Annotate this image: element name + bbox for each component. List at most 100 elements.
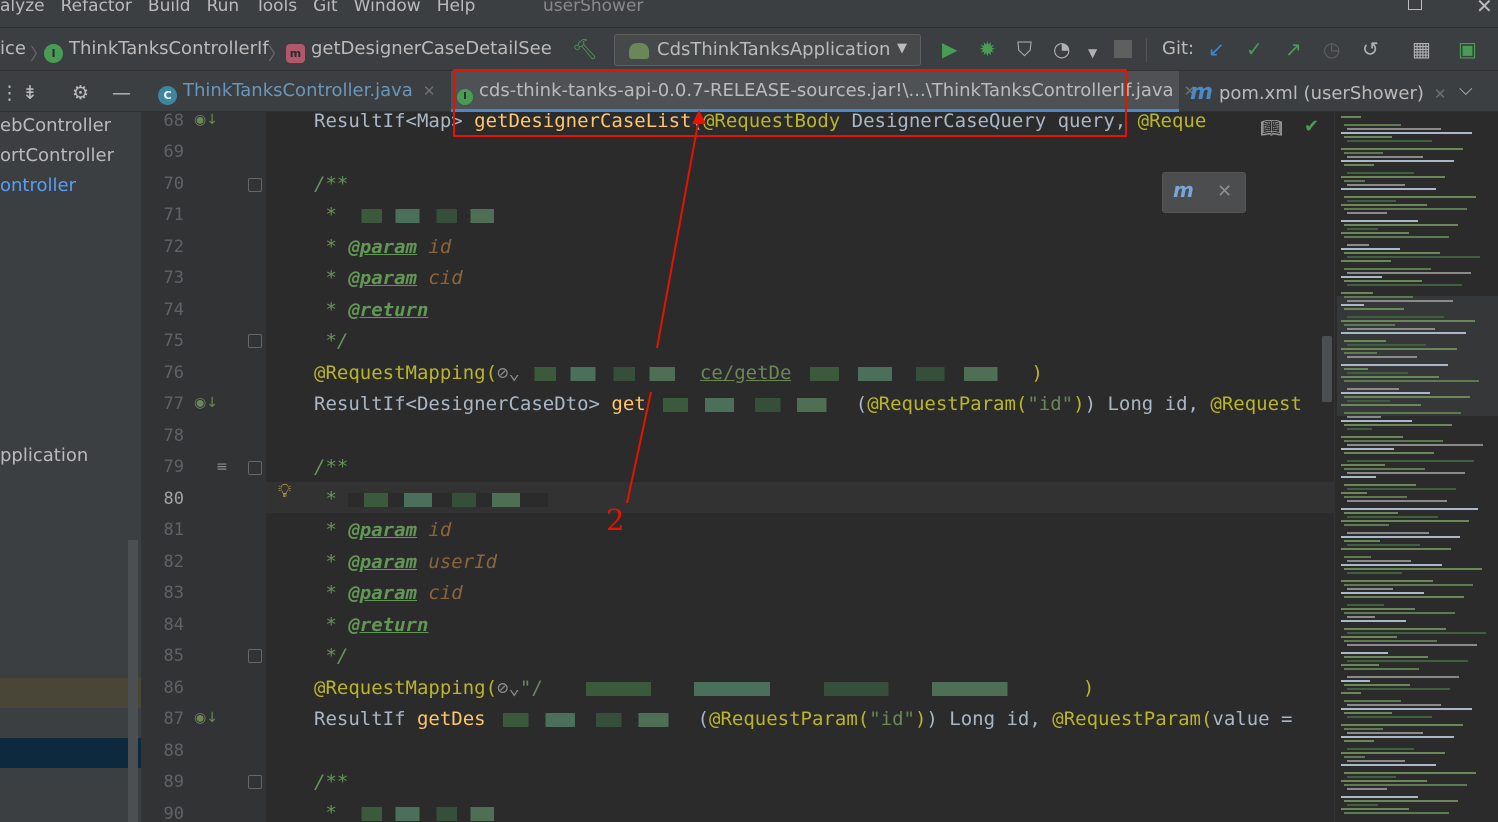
implemented-method-gutter-icon[interactable]: ◉↓ (194, 112, 218, 128)
minimap-line (1344, 152, 1383, 154)
implemented-method-gutter-icon[interactable]: ◉↓ (194, 710, 218, 726)
tree-item[interactable]: ortController (0, 142, 114, 172)
debug-icon[interactable]: ✹ (979, 38, 996, 60)
minimap-line (1344, 772, 1476, 774)
inspection-ok-check-icon[interactable]: ✔ (1304, 116, 1319, 137)
editor-scrollbar[interactable] (1322, 336, 1332, 402)
minimap-line (1347, 704, 1441, 706)
fold-marker-icon[interactable] (248, 178, 262, 192)
minimap-line (1344, 236, 1449, 238)
minimap-line (1341, 292, 1373, 294)
tab-thinktankscontroller[interactable]: C ThinkTanksController.java ✕ (150, 71, 440, 112)
run-configuration-select[interactable]: CdsThinkTanksApplication ▼ (614, 34, 921, 66)
tree-item[interactable]: ebController (0, 112, 111, 142)
render-doc-icon[interactable]: ≡ (216, 459, 228, 475)
tab-list-chevron-icon[interactable]: ⌵ (1459, 79, 1473, 100)
more-run-chevron-icon[interactable]: ▼ (1088, 42, 1097, 64)
close-tab-icon[interactable]: ✕ (423, 82, 436, 100)
code-line-89: /** (314, 771, 349, 793)
minimap-line (1341, 680, 1370, 682)
menu-git[interactable]: Git (313, 0, 338, 16)
tree-item[interactable]: pplication (0, 442, 88, 472)
reader-mode-book-icon[interactable]: 📖︎ (1260, 118, 1283, 139)
minimap-line (1344, 180, 1365, 182)
minimap-line (1341, 176, 1445, 178)
collapse-all-icon[interactable]: ⇟ (22, 82, 38, 104)
minimap-line (1347, 760, 1405, 762)
minimap-line (1347, 156, 1423, 158)
code-editor[interactable]: ResultIf<Map> getDesignerCaseList(@Reque… (266, 112, 1334, 822)
minimap-line (1344, 380, 1479, 382)
git-history-icon[interactable]: ◷ (1323, 38, 1340, 60)
minimap-line (1344, 484, 1416, 486)
menu-build[interactable]: Build (148, 0, 191, 16)
minimap-line (1347, 732, 1423, 734)
minimap-line (1341, 636, 1397, 638)
fold-marker-icon[interactable] (248, 775, 262, 789)
git-update-icon[interactable]: ↙ (1208, 38, 1225, 60)
hide-panel-icon[interactable]: — (112, 82, 131, 104)
expand-all-icon[interactable]: ⋮ (0, 82, 19, 104)
close-popup-icon[interactable]: ✕ (1217, 181, 1232, 202)
fold-marker-icon[interactable] (248, 334, 262, 348)
close-window-icon[interactable]: ✕ (1476, 0, 1493, 18)
minimap-line (1347, 140, 1432, 142)
run-icon[interactable]: ▶ (942, 38, 957, 60)
settings-gear-icon[interactable]: ⚙ (72, 82, 89, 104)
minimap-line (1341, 116, 1361, 118)
maven-reload-icon[interactable]: m (1173, 178, 1194, 202)
minimap-line (1347, 256, 1480, 258)
minimap-line (1341, 536, 1460, 538)
minimap-line (1347, 516, 1438, 518)
menu-analyze[interactable]: alyze (0, 0, 45, 16)
line-number: 74 (163, 300, 184, 320)
menu-tools[interactable]: Tools (255, 0, 297, 16)
fold-marker-icon[interactable] (248, 461, 262, 475)
project-structure-icon[interactable]: ▦ (1412, 38, 1431, 60)
menu-help[interactable]: Help (437, 0, 476, 16)
minimap-line (1344, 556, 1371, 558)
minimap-line (1347, 500, 1447, 502)
navigation-bar: ice 〉 I ThinkTanksControllerIf 〉 m getDesi… (0, 27, 1498, 71)
minimap-line (1344, 540, 1380, 542)
code-minimap[interactable] (1334, 112, 1498, 822)
minimap-line (1341, 232, 1409, 234)
implemented-method-gutter-icon[interactable]: ◉↓ (194, 395, 218, 411)
minimap-line (1344, 124, 1401, 126)
minimap-line (1341, 736, 1454, 738)
close-tab-icon[interactable]: ✕ (1434, 85, 1447, 103)
profile-icon[interactable]: ◔ (1053, 38, 1070, 60)
git-push-icon[interactable]: ↗ (1285, 38, 1302, 60)
tab-label: ThinkTanksController.java (183, 80, 413, 101)
tree-item-selected[interactable]: ontroller (0, 172, 76, 202)
menu-refactor[interactable]: Refactor (61, 0, 132, 16)
breadcrumb-interface[interactable]: I ThinkTanksControllerIf (44, 38, 269, 63)
minimap-line (1341, 724, 1463, 726)
stop-icon[interactable] (1114, 40, 1132, 58)
minimap-line (1344, 728, 1383, 730)
minimap-line (1341, 464, 1385, 466)
sidebar-scrollbar[interactable] (128, 540, 138, 822)
build-hammer-icon[interactable]: 🔨︎ (572, 38, 597, 60)
restore-window-icon[interactable] (1408, 0, 1422, 10)
tab-pom-xml[interactable]: m pom.xml (userShower) ✕ (1190, 71, 1447, 112)
coverage-icon[interactable]: ⛉ (1017, 38, 1032, 60)
minimap-line (1344, 224, 1458, 226)
menu-window[interactable]: Window (354, 0, 421, 16)
lightbulb-icon[interactable]: 💡︎ (278, 480, 291, 502)
line-number: 72 (163, 237, 184, 257)
fold-marker-icon[interactable] (248, 649, 262, 663)
minimap-line (1341, 188, 1436, 190)
breadcrumb-package[interactable]: ice (0, 38, 26, 59)
line-number: 69 (163, 142, 184, 162)
minimap-line (1347, 300, 1453, 302)
minimap-line (1344, 340, 1386, 342)
git-commit-icon[interactable]: ✓ (1246, 38, 1263, 60)
git-rollback-icon[interactable]: ↺ (1362, 38, 1379, 60)
menu-run[interactable]: Run (207, 0, 240, 16)
minimap-line (1341, 148, 1463, 150)
line-number: 84 (163, 615, 184, 635)
minimap-line (1347, 560, 1411, 562)
breadcrumb-method[interactable]: m getDesignerCaseDetailSee (286, 38, 552, 63)
terminal-icon[interactable]: ▣ (1458, 38, 1477, 60)
